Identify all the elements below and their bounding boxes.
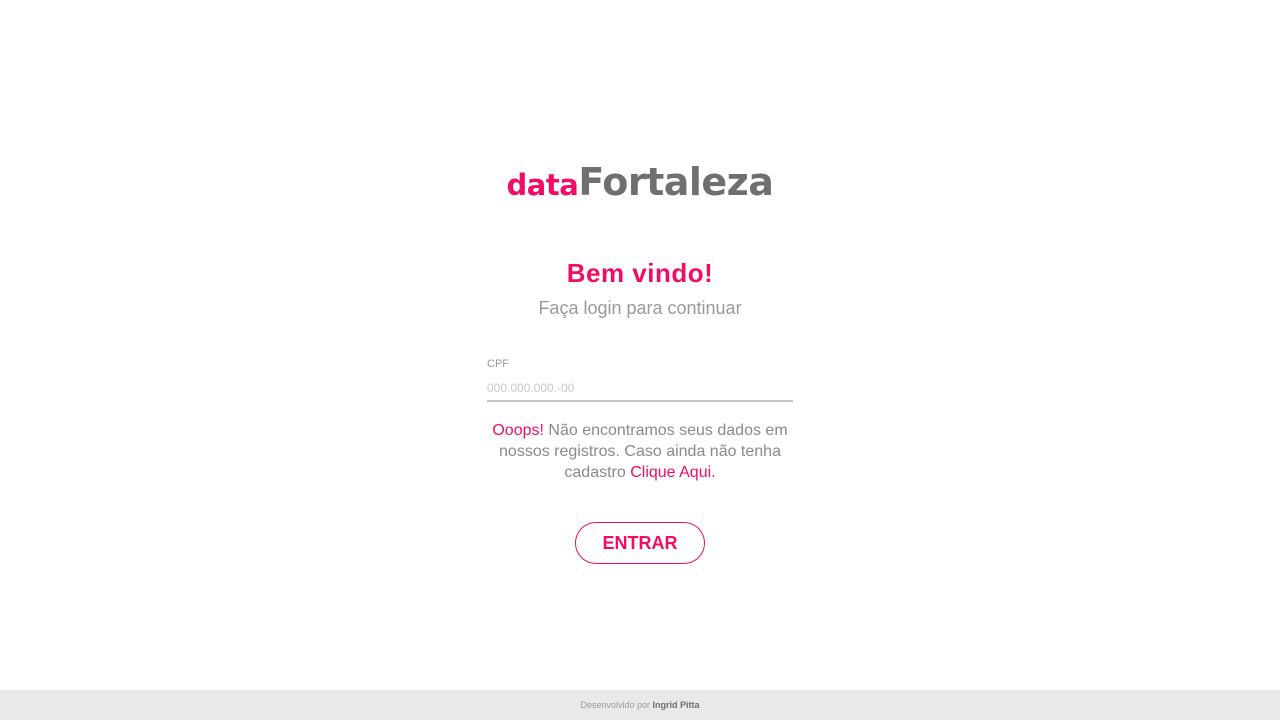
footer-developed-by: Desenvolvido por	[580, 700, 653, 710]
not-found-message: Ooops! Não encontramos seus dados em nos…	[487, 420, 793, 483]
logo-prefix: data	[506, 168, 579, 202]
welcome-subtitle: Faça login para continuar	[538, 298, 742, 318]
footer: Desenvolvido por Ingrid Pitta	[0, 690, 1280, 720]
footer-author: Ingrid Pitta	[652, 700, 700, 710]
register-link[interactable]: Clique Aqui	[630, 464, 711, 481]
logo-name: Fortaleza	[578, 160, 774, 204]
welcome-title: Bem vindo!	[566, 258, 714, 288]
app-logo: dataFortaleza	[0, 160, 1280, 204]
enter-button[interactable]: ENTRAR	[575, 522, 705, 564]
oops-text: Ooops!	[492, 422, 544, 439]
cpf-input[interactable]	[487, 372, 793, 402]
cpf-field: CPF	[487, 358, 793, 402]
login-page: dataFortaleza Bem vindo! Faça login para…	[0, 0, 1280, 720]
message-period: .	[711, 464, 716, 481]
cpf-label: CPF	[487, 358, 509, 370]
